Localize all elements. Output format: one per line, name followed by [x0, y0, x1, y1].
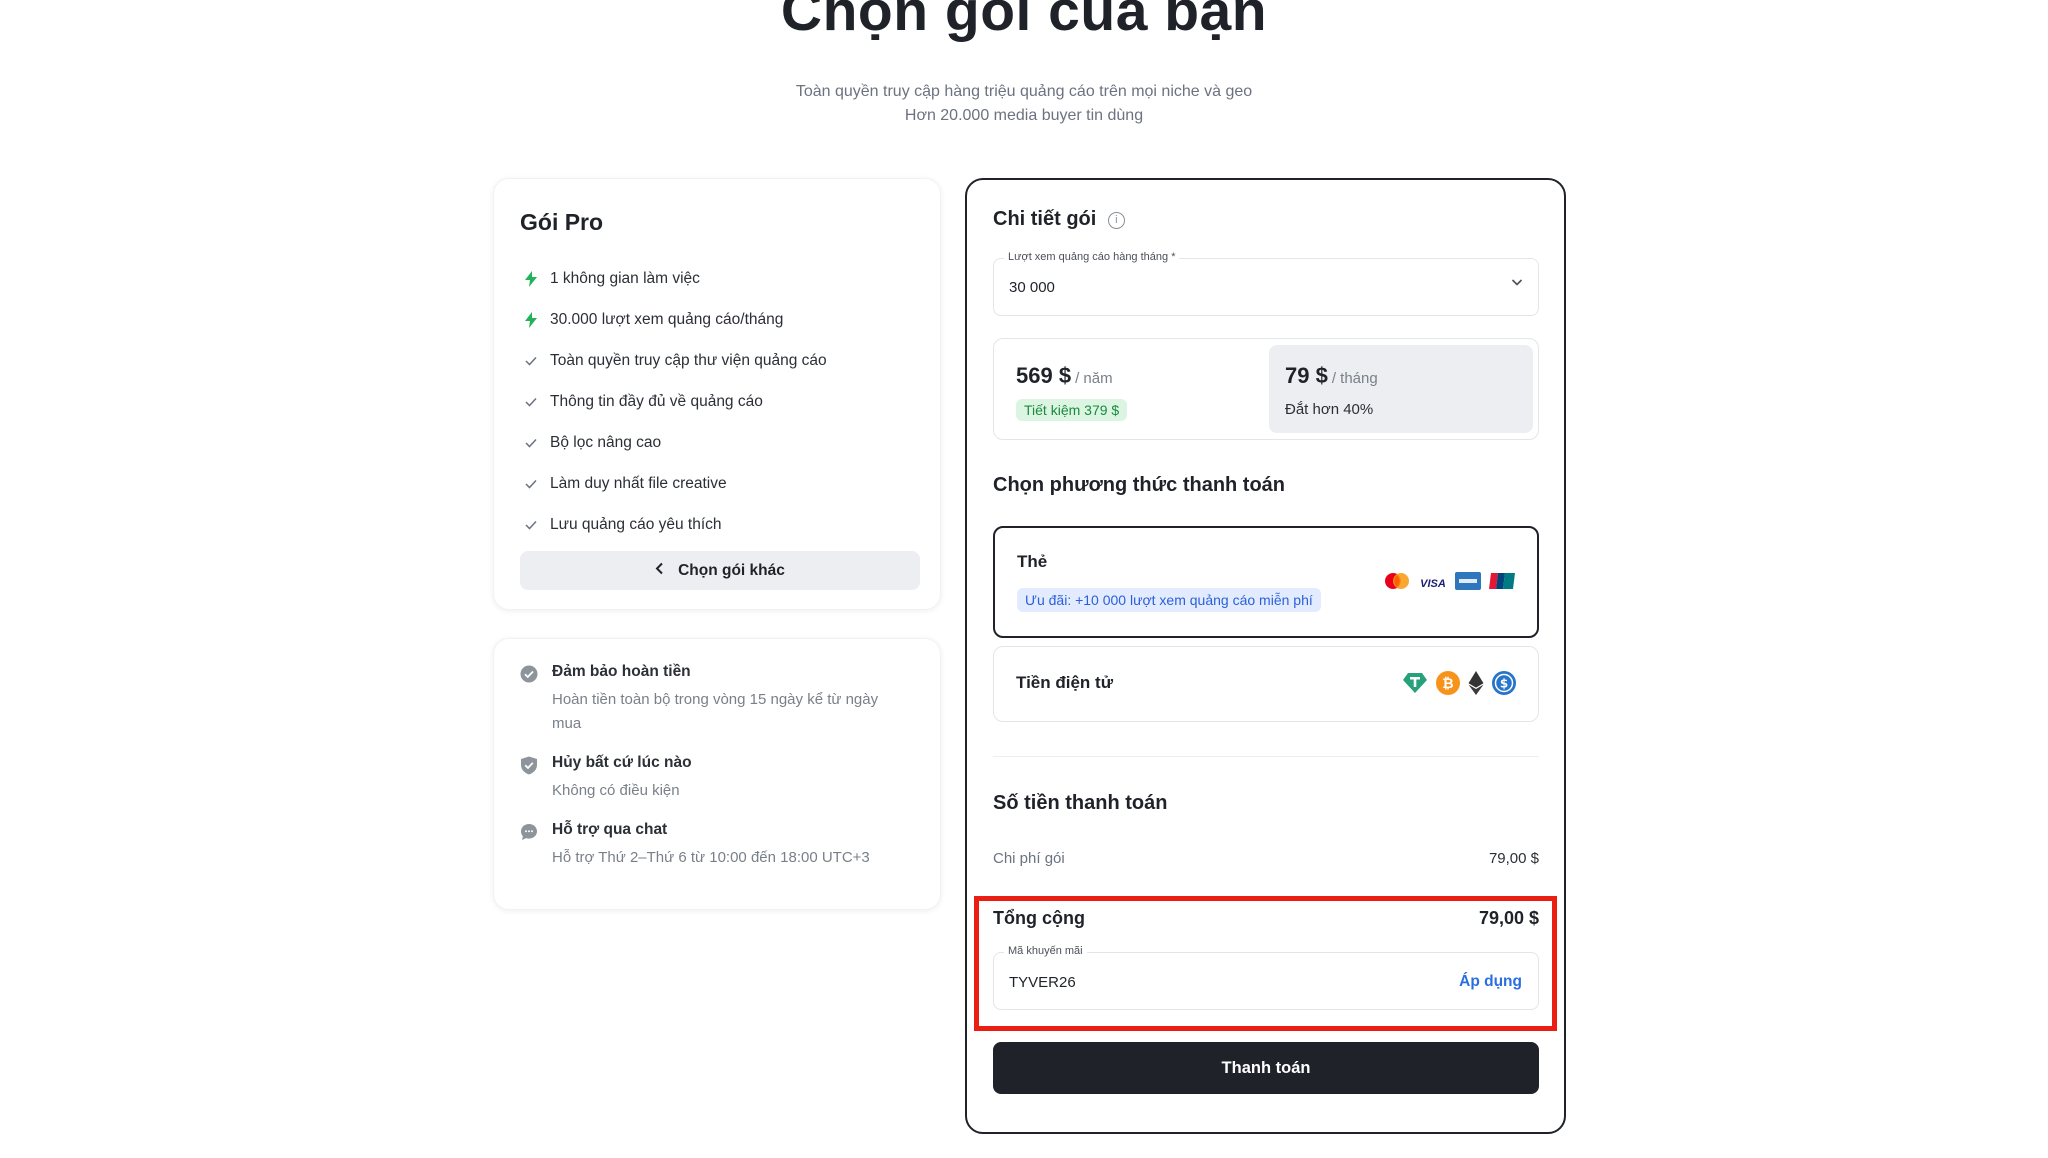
feature-item: 1 không gian làm việc [520, 258, 914, 299]
check-icon [520, 479, 542, 489]
unionpay-icon [1489, 572, 1515, 595]
payment-option-crypto[interactable]: Tiền điện tử ₿ $ [993, 646, 1539, 722]
yearly-price: 569 $ [1016, 363, 1072, 388]
choose-other-plan-label: Chọn gói khác [678, 561, 785, 579]
guarantee-item: Hủy bất cứ lúc nào Không có điều kiện [520, 754, 914, 803]
mastercard-icon [1383, 572, 1411, 595]
billing-period-selector: 569 $ / năm Tiết kiệm 379 $ 79 $ / tháng Đ… [993, 338, 1539, 440]
feature-item: Thông tin đầy đủ về quảng cáo [520, 381, 914, 422]
bolt-icon [520, 270, 542, 287]
subtitle-line-1: Toàn quyền truy cập hàng triệu quảng cáo… [795, 83, 1253, 100]
monthly-views-select[interactable]: Lượt xem quảng cáo hàng tháng * 30 000 [993, 251, 1539, 316]
guarantee-desc: Hỗ trợ Thứ 2–Thứ 6 từ 10:00 đến 18:00 UT… [552, 849, 870, 866]
apply-promo-button[interactable]: Áp dụng [1459, 973, 1522, 991]
svg-text:₿: ₿ [1442, 676, 1453, 692]
subtitle-line-2: Hơn 20.000 media buyer tin dùng [904, 107, 1144, 124]
total-value: 79,00 $ [1478, 908, 1539, 928]
monthly-unit: / tháng [1331, 370, 1378, 387]
feature-text: Thông tin đầy đủ về quảng cáo [550, 392, 763, 410]
check-icon [520, 356, 542, 366]
visa-icon: VISA [1420, 577, 1446, 590]
info-icon[interactable]: i [1107, 212, 1125, 229]
promo-code-label: Mã khuyến mãi [1004, 945, 1087, 957]
details-title: Chi tiết gói i [993, 208, 1125, 231]
bolt-icon [520, 311, 542, 328]
monthly-views-label: Lượt xem quảng cáo hàng tháng * [1004, 251, 1180, 263]
payment-option-card[interactable]: Thẻ Ưu đãi: +10 000 lượt xem quảng cáo m… [993, 526, 1539, 638]
ethereum-icon [1468, 671, 1484, 700]
plan-fee-row: Chi phí gói 79,00 $ [993, 850, 1539, 867]
feature-text: 1 không gian làm việc [550, 269, 700, 287]
feature-text: Lưu quảng cáo yêu thích [550, 515, 722, 533]
guarantees-card: Đảm bảo hoàn tiền Hoàn tiền toàn bộ tron… [493, 638, 941, 910]
guarantee-title: Hỗ trợ qua chat [552, 821, 668, 838]
plan-title: Gói Pro [520, 209, 604, 235]
yearly-unit: / năm [1075, 370, 1113, 387]
feature-item: Làm duy nhất file creative [520, 463, 914, 504]
checkout-button[interactable]: Thanh toán [993, 1042, 1539, 1094]
amex-icon [1455, 572, 1481, 595]
feature-item: Lưu quảng cáo yêu thích [520, 504, 914, 545]
card-promo-badge: Ưu đãi: +10 000 lượt xem quảng cáo miễn … [1017, 588, 1321, 612]
page-subtitle: Toàn quyền truy cập hàng triệu quảng cáo… [0, 80, 2048, 128]
check-icon [520, 397, 542, 407]
choose-other-plan-button[interactable]: Chọn gói khác [520, 551, 920, 590]
plan-fee-label: Chi phí gói [993, 850, 1065, 867]
crypto-logos: ₿ $ [1402, 671, 1516, 700]
tether-icon [1402, 671, 1428, 700]
monthly-price-option[interactable]: 79 $ / tháng Đắt hơn 40% [1269, 345, 1533, 433]
total-row: Tổng cộng 79,00 $ [993, 908, 1539, 929]
card-option-label: Thẻ [1017, 552, 1048, 571]
guarantee-desc: Không có điều kiện [552, 782, 680, 799]
bitcoin-icon: ₿ [1436, 671, 1460, 700]
feature-text: Toàn quyền truy cập thư viện quảng cáo [550, 351, 827, 369]
yearly-price-option[interactable]: 569 $ / năm Tiết kiệm 379 $ [1000, 345, 1264, 433]
usdc-icon: $ [1492, 671, 1516, 700]
yearly-savings-badge: Tiết kiệm 379 $ [1016, 399, 1128, 421]
chevron-down-icon [1510, 275, 1524, 294]
divider [993, 756, 1539, 757]
check-icon [520, 438, 542, 448]
amount-title: Số tiền thanh toán [993, 792, 1168, 814]
guarantee-item: Hỗ trợ qua chat Hỗ trợ Thứ 2–Thứ 6 từ 10… [520, 821, 914, 870]
promo-code-value: TYVER26 [1009, 974, 1076, 991]
guarantee-item: Đảm bảo hoàn tiền Hoàn tiền toàn bộ tron… [520, 663, 914, 736]
plan-fee-value: 79,00 $ [1488, 850, 1539, 867]
feature-item: Toàn quyền truy cập thư viện quảng cáo [520, 340, 914, 381]
check-icon [520, 520, 542, 530]
plan-details-card: Chi tiết gói i Lượt xem quảng cáo hàng t… [965, 178, 1566, 1134]
chat-icon [520, 823, 540, 870]
total-label: Tổng cộng [993, 908, 1085, 928]
guarantee-desc: Hoàn tiền toàn bộ trong vòng 15 ngày kể … [552, 691, 879, 732]
svg-text:$: $ [1500, 677, 1508, 691]
payment-method-title: Chọn phương thức thanh toán [993, 474, 1286, 496]
details-title-text: Chi tiết gói [993, 208, 1097, 230]
guarantee-title: Đảm bảo hoàn tiền [552, 663, 691, 680]
feature-item: 30.000 lượt xem quảng cáo/tháng [520, 299, 914, 340]
guarantee-title: Hủy bất cứ lúc nào [552, 754, 692, 771]
badge-check-icon [520, 665, 540, 736]
crypto-option-label: Tiền điện tử [1016, 673, 1114, 692]
card-logos: VISA [1383, 572, 1515, 595]
feature-text: 30.000 lượt xem quảng cáo/tháng [550, 310, 784, 328]
monthly-views-value: 30 000 [1009, 279, 1055, 296]
monthly-price: 79 $ [1285, 363, 1328, 388]
page-title: Chọn gói của bạn [780, 0, 1268, 43]
monthly-price-note: Đắt hơn 40% [1285, 401, 1374, 418]
shield-check-icon [520, 756, 540, 803]
feature-text: Làm duy nhất file creative [550, 474, 727, 492]
feature-text: Bộ lọc nâng cao [550, 433, 662, 451]
promo-code-field[interactable]: Mã khuyến mãi TYVER26 Áp dụng [993, 945, 1539, 1010]
feature-item: Bộ lọc nâng cao [520, 422, 914, 463]
chevron-left-icon [655, 562, 664, 580]
plan-card: Gói Pro 1 không gian làm việc 30.000 lượ… [493, 178, 941, 610]
